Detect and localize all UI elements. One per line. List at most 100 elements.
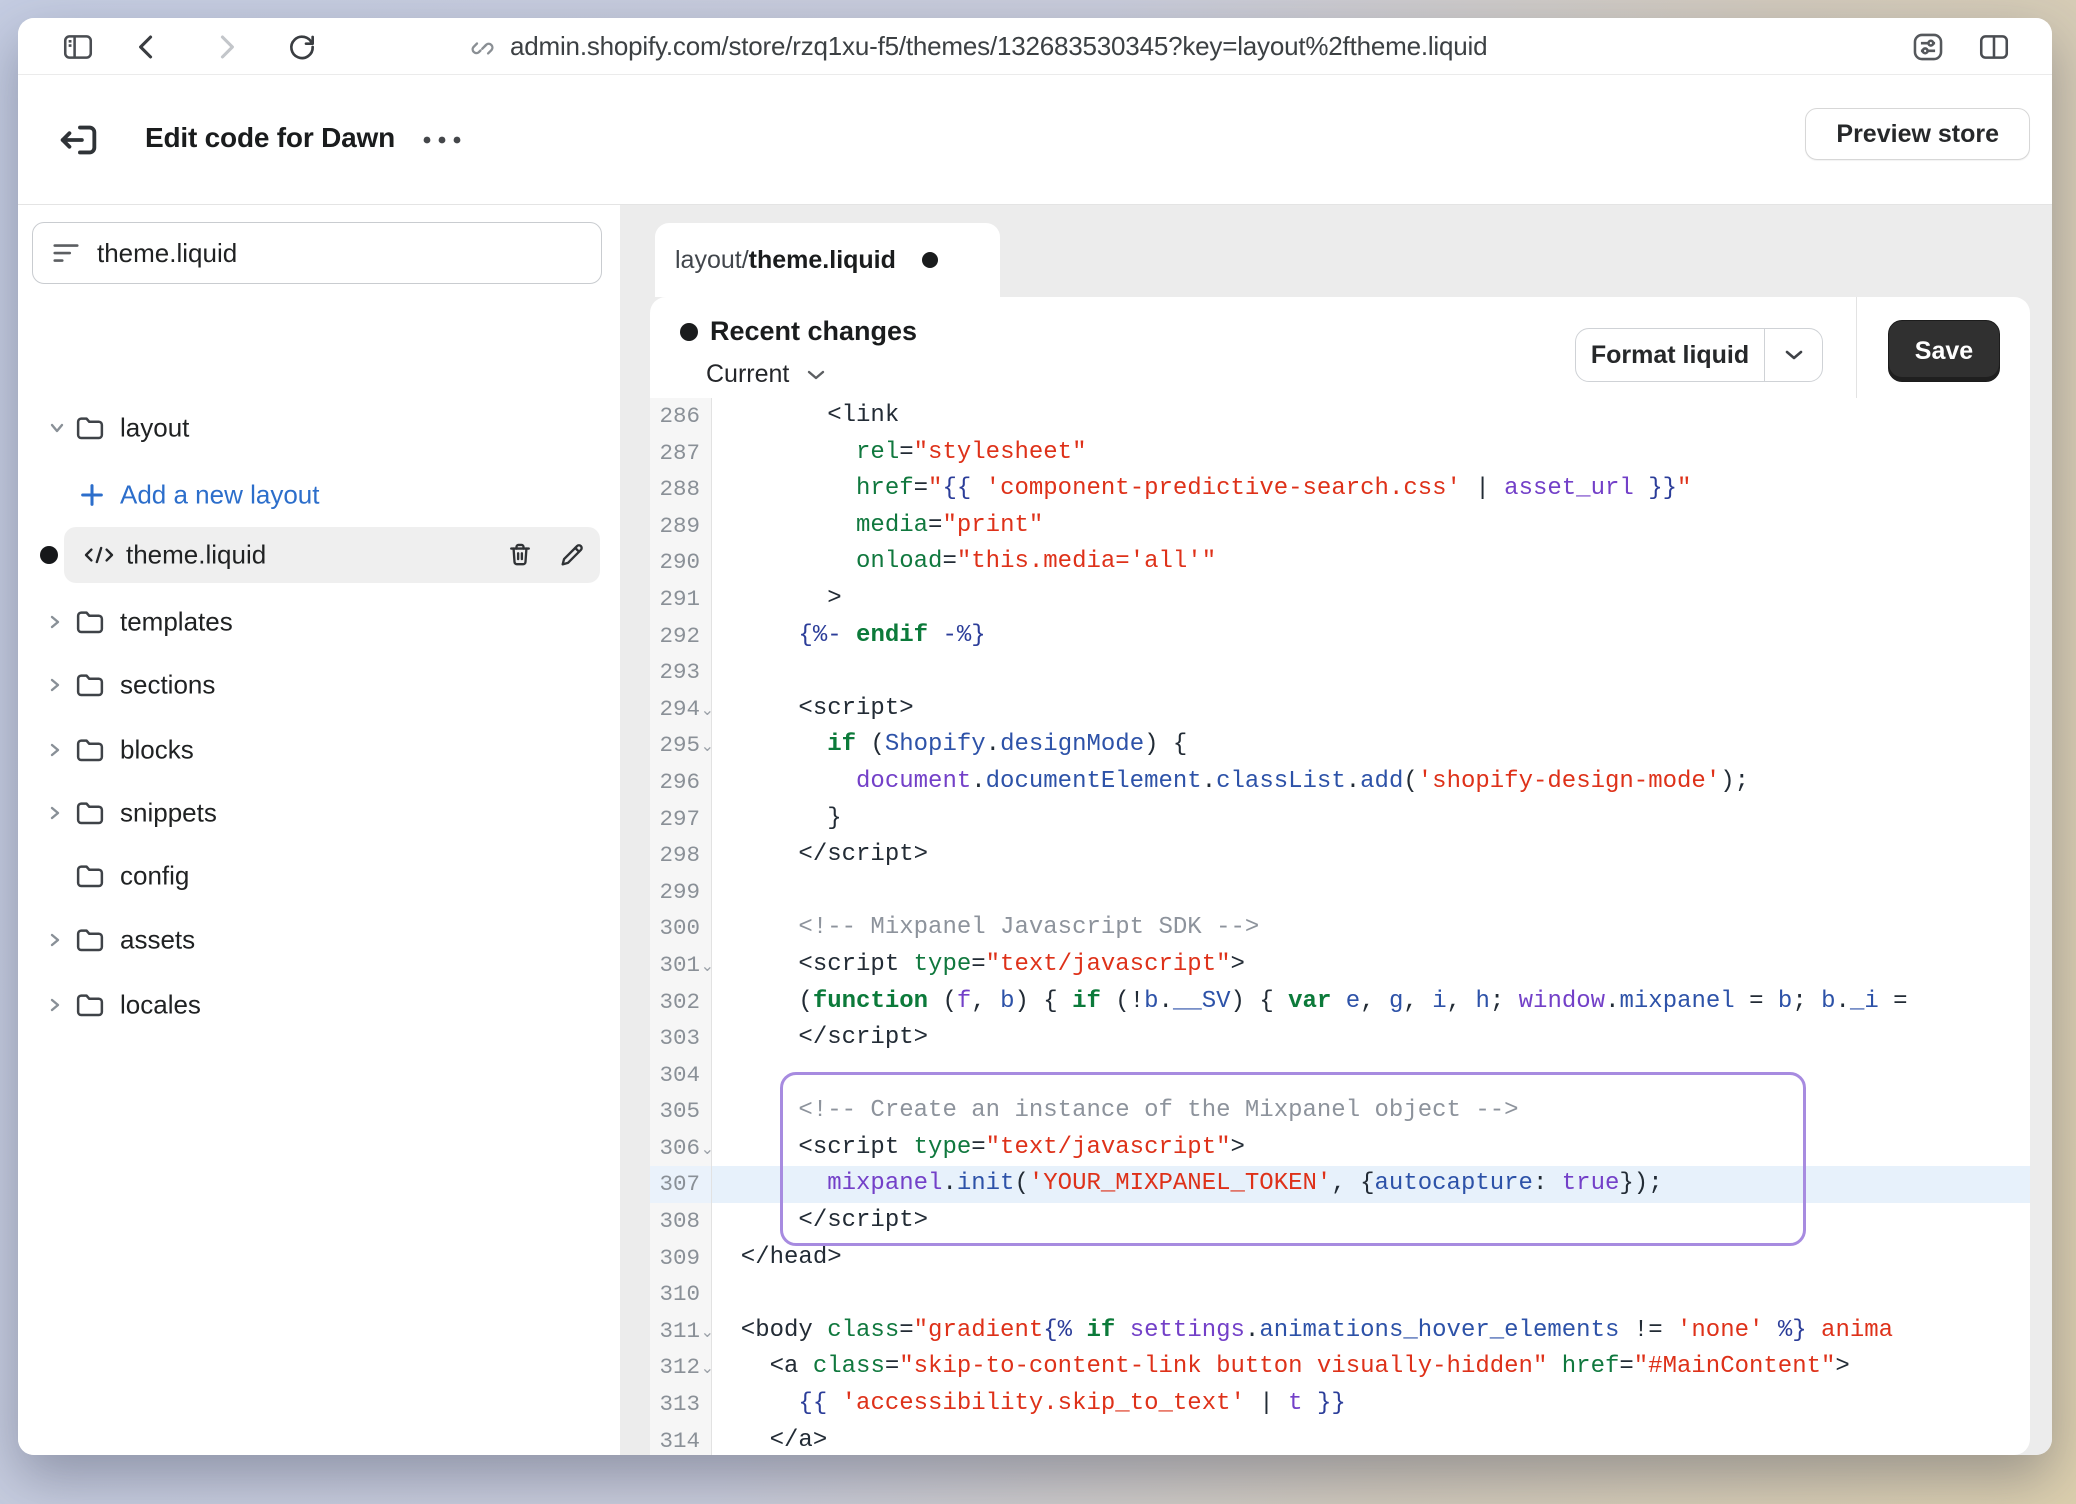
sidebar-item-assets[interactable]: assets <box>18 912 620 968</box>
link-icon <box>470 33 498 61</box>
folder-name: config <box>120 861 189 892</box>
sidebar-item-layout[interactable]: layout <box>18 400 620 456</box>
code-line-310[interactable]: 310 <box>650 1276 2030 1313</box>
code-line-305[interactable]: 305 <!-- Create an instance of the Mixpa… <box>650 1093 2030 1130</box>
folder-icon <box>75 671 105 699</box>
code-line-286[interactable]: 286 <link <box>650 398 2030 435</box>
sidebar-item-templates[interactable]: templates <box>18 594 620 650</box>
sidebar-item-snippets[interactable]: snippets <box>18 785 620 841</box>
code-line-307[interactable]: 307 mixpanel.init('YOUR_MIXPANEL_TOKEN',… <box>650 1166 2030 1203</box>
sidebar-item-config[interactable]: config <box>18 848 620 904</box>
code-line-301[interactable]: 301⌄ <script type="text/javascript"> <box>650 947 2030 984</box>
code-line-289[interactable]: 289 media="print" <box>650 508 2030 545</box>
folder-name: blocks <box>120 735 194 766</box>
fold-chevron-icon[interactable]: ⌄ <box>701 1315 714 1352</box>
code-text: <!-- Mixpanel Javascript SDK --> <box>712 910 2030 947</box>
split-view-button[interactable] <box>1974 27 2014 67</box>
line-number: 289 <box>650 508 712 545</box>
add-layout-label: Add a new layout <box>120 480 319 511</box>
code-line-309[interactable]: 309 </head> <box>650 1240 2030 1277</box>
code-line-293[interactable]: 293 <box>650 654 2030 691</box>
code-text: </script> <box>712 837 2030 874</box>
code-text: <link <box>712 398 2030 435</box>
code-line-312[interactable]: 312⌄ <a class="skip-to-content-link butt… <box>650 1349 2030 1386</box>
format-liquid-button[interactable]: Format liquid <box>1576 329 1764 381</box>
file-search-input[interactable]: theme.liquid <box>32 222 602 284</box>
code-line-291[interactable]: 291 > <box>650 581 2030 618</box>
delete-file-button[interactable] <box>500 535 540 575</box>
folder-icon <box>75 414 105 442</box>
code-line-296[interactable]: 296 document.documentElement.classList.a… <box>650 764 2030 801</box>
version-selector[interactable]: Current <box>706 360 827 389</box>
exit-editor-button[interactable] <box>55 116 103 164</box>
sidebar-toggle-button[interactable] <box>58 27 98 67</box>
code-line-298[interactable]: 298 </script> <box>650 837 2030 874</box>
code-line-295[interactable]: 295⌄ if (Shopify.designMode) { <box>650 727 2030 764</box>
code-line-290[interactable]: 290 onload="this.media='all'" <box>650 544 2030 581</box>
code-line-303[interactable]: 303 </script> <box>650 1020 2030 1057</box>
code-line-302[interactable]: 302 (function (f, b) { if (!b.__SV) { va… <box>650 984 2030 1021</box>
fold-chevron-icon[interactable]: ⌄ <box>701 729 714 766</box>
preview-store-button[interactable]: Preview store <box>1805 108 2030 160</box>
browser-window: admin.shopify.com/store/rzq1xu-f5/themes… <box>18 18 2052 1455</box>
fold-chevron-icon[interactable]: ⌄ <box>701 693 714 730</box>
browser-settings-button[interactable] <box>1908 27 1948 67</box>
folder-icon <box>75 991 105 1019</box>
code-line-306[interactable]: 306⌄ <script type="text/javascript"> <box>650 1130 2030 1167</box>
code-line-287[interactable]: 287 rel="stylesheet" <box>650 435 2030 472</box>
save-button[interactable]: Save <box>1888 320 2000 382</box>
code-line-299[interactable]: 299 <box>650 874 2030 911</box>
chevron-down-icon <box>45 418 69 438</box>
address-bar[interactable]: admin.shopify.com/store/rzq1xu-f5/themes… <box>470 18 1487 75</box>
line-number: 290 <box>650 544 712 581</box>
code-text <box>712 1057 2030 1094</box>
version-selector-label: Current <box>706 360 789 389</box>
forward-button[interactable] <box>206 27 246 67</box>
line-number: 287 <box>650 435 712 472</box>
code-line-294[interactable]: 294⌄ <script> <box>650 691 2030 728</box>
back-button[interactable] <box>127 27 167 67</box>
code-line-308[interactable]: 308 </script> <box>650 1203 2030 1240</box>
rename-file-button[interactable] <box>552 535 592 575</box>
line-number: 303 <box>650 1020 712 1057</box>
reload-button[interactable] <box>282 27 322 67</box>
editor-tab[interactable]: layout/theme.liquid <box>655 223 1000 297</box>
code-text: {{ 'accessibility.skip_to_text' | t }} <box>712 1386 2030 1423</box>
code-text: <body class="gradient{% if settings.anim… <box>712 1313 2030 1350</box>
file-sidebar: theme.liquid layout Add a new layout theme… <box>18 205 620 1455</box>
code-line-304[interactable]: 304 <box>650 1057 2030 1094</box>
editor-panel: Recent changes Current Format liquid <box>650 297 2030 1455</box>
folder-name: layout <box>120 413 189 444</box>
code-text <box>712 1276 2030 1313</box>
code-line-314[interactable]: 314 </a> <box>650 1423 2030 1455</box>
code-line-292[interactable]: 292 {%- endif -%} <box>650 618 2030 655</box>
code-line-300[interactable]: 300 <!-- Mixpanel Javascript SDK --> <box>650 910 2030 947</box>
fold-chevron-icon[interactable]: ⌄ <box>701 949 714 986</box>
line-number: 307 <box>650 1166 712 1203</box>
more-actions-button[interactable] <box>416 122 468 158</box>
format-liquid-caret-button[interactable] <box>1764 329 1822 381</box>
modified-dot <box>40 546 58 564</box>
line-number: 293 <box>650 654 712 691</box>
code-line-313[interactable]: 313 {{ 'accessibility.skip_to_text' | t … <box>650 1386 2030 1423</box>
page-title: Edit code for Dawn <box>145 122 395 154</box>
code-editor[interactable]: 286 <link287 rel="stylesheet"288 href="{… <box>650 398 2030 1455</box>
code-line-288[interactable]: 288 href="{{ 'component-predictive-searc… <box>650 471 2030 508</box>
code-line-297[interactable]: 297 } <box>650 801 2030 838</box>
sidebar-item-blocks[interactable]: blocks <box>18 722 620 778</box>
fold-chevron-icon[interactable]: ⌄ <box>701 1132 714 1169</box>
plus-icon <box>78 481 106 509</box>
code-text: </a> <box>712 1423 2030 1455</box>
workspace: theme.liquid layout Add a new layout theme… <box>18 205 2052 1455</box>
sidebar-add-layout[interactable]: Add a new layout <box>18 467 620 523</box>
fold-chevron-icon[interactable]: ⌄ <box>701 1351 714 1388</box>
line-number: 309 <box>650 1240 712 1277</box>
browser-toolbar: admin.shopify.com/store/rzq1xu-f5/themes… <box>18 18 2052 75</box>
sidebar-item-theme-liquid[interactable]: theme.liquid <box>18 527 620 583</box>
folder-name: sections <box>120 670 215 701</box>
code-line-311[interactable]: 311⌄ <body class="gradient{% if settings… <box>650 1313 2030 1350</box>
sidebar-item-sections[interactable]: sections <box>18 657 620 713</box>
line-number: 301⌄ <box>650 947 712 984</box>
sidebar-item-locales[interactable]: locales <box>18 977 620 1033</box>
exit-icon <box>56 117 102 163</box>
